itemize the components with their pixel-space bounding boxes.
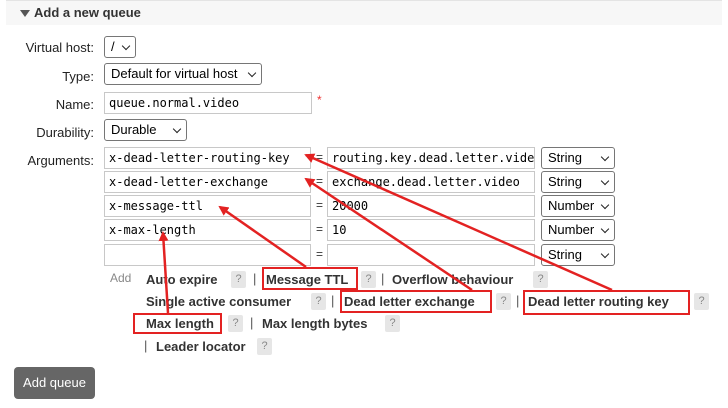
required-mark: * <box>317 93 322 107</box>
argument-key-input[interactable]: x-dead-letter-routing-key <box>104 147 311 169</box>
separator: | <box>144 338 148 353</box>
collapse-triangle-icon[interactable] <box>20 10 30 17</box>
argument-equals: = <box>316 198 324 212</box>
argument-type-select[interactable]: String <box>541 171 615 193</box>
help-icon[interactable]: ? <box>228 315 243 332</box>
hint-leader-locator[interactable]: Leader locator <box>156 339 246 354</box>
help-icon[interactable]: ? <box>257 338 272 355</box>
annotation-box-dead-letter-exchange <box>340 290 492 313</box>
argument-type-select[interactable]: Number <box>541 195 615 217</box>
arguments-label: Arguments: <box>27 153 94 168</box>
help-icon[interactable]: ? <box>231 271 246 288</box>
separator: | <box>250 315 254 330</box>
argument-value-input[interactable]: exchange.dead.letter.video <box>327 171 535 193</box>
add-label: Add <box>110 271 132 285</box>
separator: | <box>516 293 520 308</box>
name-input[interactable]: queue.normal.video <box>104 92 312 114</box>
section-header[interactable]: Add a new queue <box>6 0 722 25</box>
virtual-host-label: Virtual host: <box>25 40 94 55</box>
argument-value-input[interactable]: 10 <box>327 219 535 241</box>
hint-max-length-bytes[interactable]: Max length bytes <box>262 316 367 331</box>
argument-equals: = <box>316 247 324 261</box>
help-icon[interactable]: ? <box>694 293 709 310</box>
argument-key-input[interactable]: x-dead-letter-exchange <box>104 171 311 193</box>
annotation-box-message-ttl <box>262 267 358 290</box>
argument-key-input[interactable] <box>104 244 311 266</box>
hint-single-active-consumer[interactable]: Single active consumer <box>146 294 291 309</box>
help-icon[interactable]: ? <box>385 315 400 332</box>
argument-type-select[interactable]: String <box>541 147 615 169</box>
argument-value-input[interactable]: routing.key.dead.letter.video <box>327 147 535 169</box>
argument-type-select[interactable]: String <box>541 244 615 266</box>
help-icon[interactable]: ? <box>361 271 376 288</box>
argument-type-select[interactable]: Number <box>541 219 615 241</box>
separator: | <box>381 271 385 286</box>
argument-equals: = <box>316 222 324 236</box>
virtual-host-select[interactable]: / <box>104 36 136 58</box>
durability-label: Durability: <box>36 125 94 140</box>
help-icon[interactable]: ? <box>533 271 548 288</box>
add-queue-button[interactable]: Add queue <box>14 367 95 399</box>
hint-overflow-behaviour[interactable]: Overflow behaviour <box>392 272 513 287</box>
type-label: Type: <box>62 69 94 84</box>
durability-select[interactable]: Durable <box>104 119 187 141</box>
section-title: Add a new queue <box>34 5 141 20</box>
hint-auto-expire[interactable]: Auto expire <box>146 272 218 287</box>
argument-value-input[interactable] <box>327 244 535 266</box>
annotation-box-max-length <box>133 313 222 334</box>
argument-key-input[interactable]: x-max-length <box>104 219 311 241</box>
argument-key-input[interactable]: x-message-ttl <box>104 195 311 217</box>
annotation-box-dead-letter-routing-key <box>523 290 690 315</box>
separator: | <box>253 271 257 286</box>
argument-value-input[interactable]: 20000 <box>327 195 535 217</box>
argument-equals: = <box>316 174 324 188</box>
name-label: Name: <box>55 97 94 112</box>
argument-equals: = <box>316 150 324 164</box>
help-icon[interactable]: ? <box>496 293 511 310</box>
separator: | <box>331 293 335 308</box>
type-select[interactable]: Default for virtual host <box>104 63 262 85</box>
help-icon[interactable]: ? <box>311 293 326 310</box>
